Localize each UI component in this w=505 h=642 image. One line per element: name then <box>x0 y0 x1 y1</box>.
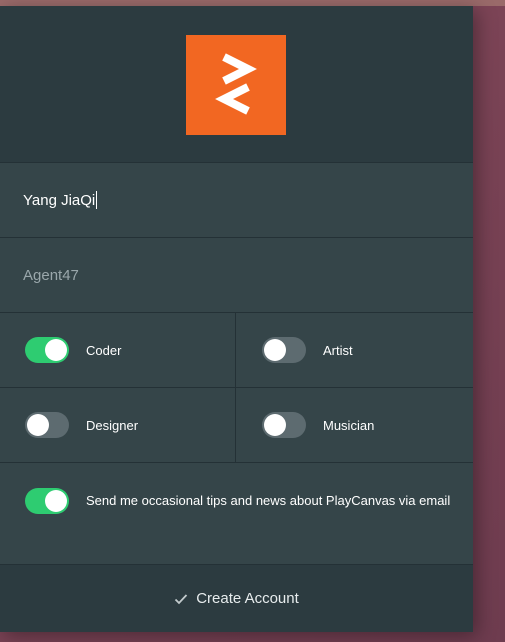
checkmark-icon <box>175 593 188 604</box>
logo-glyph <box>215 53 257 115</box>
artist-toggle[interactable] <box>262 337 306 363</box>
roles-row-1: Coder Artist <box>0 313 473 388</box>
name-field-row <box>0 163 473 238</box>
username-input[interactable] <box>0 238 473 312</box>
role-musician[interactable]: Musician <box>236 388 473 462</box>
text-caret <box>96 191 97 209</box>
coder-label: Coder <box>86 342 122 358</box>
newsletter-row: Send me occasional tips and news about P… <box>0 463 473 565</box>
signup-panel: Coder Artist Designer Musician Send me o… <box>0 6 473 632</box>
logo-header <box>0 6 473 163</box>
musician-toggle[interactable] <box>262 412 306 438</box>
designer-label: Designer <box>86 417 139 433</box>
toggle-knob <box>27 414 49 436</box>
designer-toggle[interactable] <box>25 412 69 438</box>
role-artist[interactable]: Artist <box>236 313 473 387</box>
create-account-label: Create Account <box>196 590 299 607</box>
username-field-row <box>0 238 473 313</box>
roles-row-2: Designer Musician <box>0 388 473 463</box>
toggle-knob <box>264 339 286 361</box>
create-account-button[interactable]: Create Account <box>0 565 473 632</box>
newsletter-toggle[interactable] <box>25 488 69 514</box>
newsletter-label: Send me occasional tips and news about P… <box>86 493 451 508</box>
musician-label: Musician <box>323 417 375 433</box>
toggle-knob <box>45 490 67 512</box>
name-input[interactable] <box>0 163 473 237</box>
playcanvas-logo-icon <box>186 35 286 135</box>
toggle-knob <box>45 339 67 361</box>
artist-label: Artist <box>323 342 353 358</box>
coder-toggle[interactable] <box>25 337 69 363</box>
toggle-knob <box>264 414 286 436</box>
role-designer[interactable]: Designer <box>0 388 236 462</box>
role-coder[interactable]: Coder <box>0 313 236 387</box>
